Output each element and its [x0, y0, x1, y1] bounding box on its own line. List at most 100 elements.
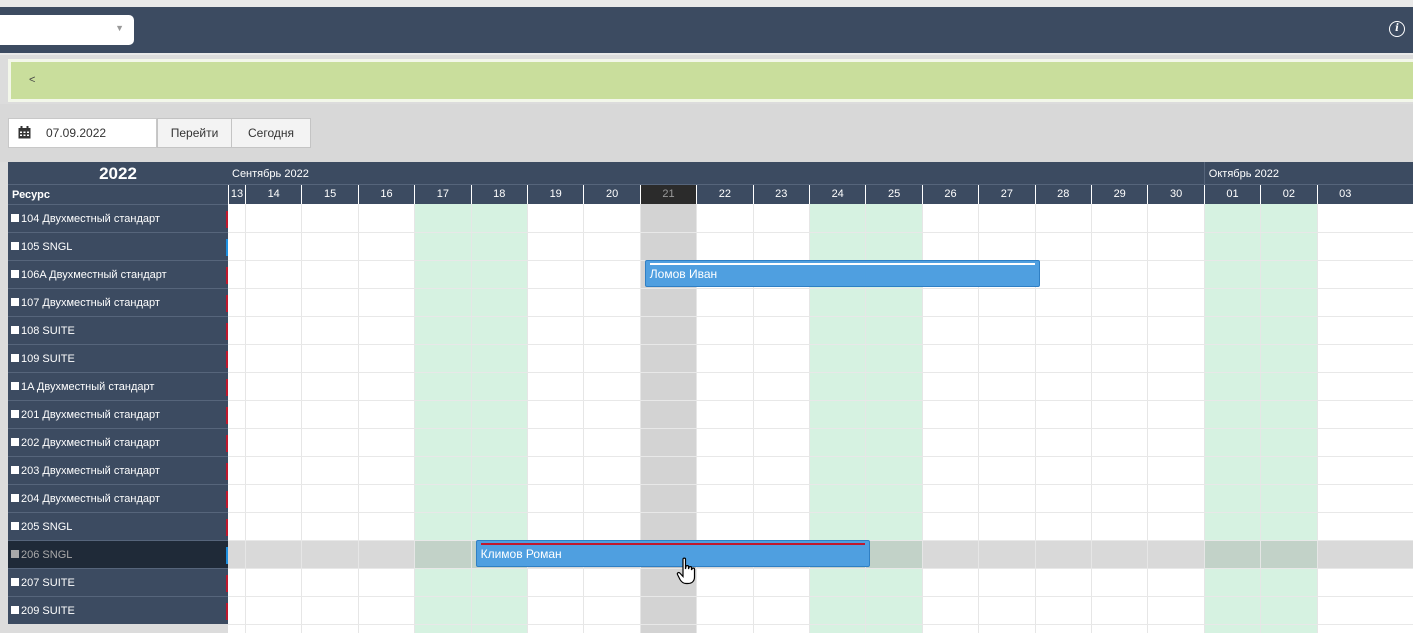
scheduler-grid: 2022 Ресурс Сентябрь 2022 Октябрь 2022 1… [8, 162, 1413, 633]
room-square-icon [11, 326, 19, 334]
resource-label: 1A Двухместный стандарт [21, 381, 155, 393]
day-header-14[interactable]: 14 [245, 185, 301, 204]
resource-row[interactable]: 108 SUITE [8, 316, 228, 344]
resource-label: 207 SUITE [21, 577, 75, 589]
row-divider [228, 344, 1413, 345]
banner-collapse-toggle[interactable]: < [29, 74, 35, 86]
month-label: Октябрь 2022 [1203, 162, 1413, 184]
day-header-27[interactable]: 27 [978, 185, 1034, 204]
resource-row[interactable]: 202 Двухместный стандарт [8, 428, 228, 456]
day-header-03[interactable]: 03 [1316, 185, 1373, 204]
status-marker [226, 323, 228, 340]
timeline-body[interactable]: Ломов Иван Климов Роман [228, 204, 1413, 633]
month-header-row: Сентябрь 2022 Октябрь 2022 [228, 162, 1413, 184]
day-header-24[interactable]: 24 [809, 185, 865, 204]
room-square-icon [11, 578, 19, 586]
day-header-26[interactable]: 26 [921, 185, 978, 204]
resource-label: 202 Двухместный стандарт [21, 437, 160, 449]
resource-row[interactable]: 201 Двухместный стандарт [8, 400, 228, 428]
room-square-icon [11, 438, 19, 446]
day-header-28[interactable]: 28 [1034, 185, 1091, 204]
day-header-19[interactable]: 19 [527, 185, 583, 204]
resource-row[interactable]: 204 Двухместный стандарт [8, 484, 228, 512]
row-divider [228, 512, 1413, 513]
room-square-icon [11, 522, 19, 530]
resource-row[interactable]: 104 Двухместный стандарт [8, 204, 228, 232]
resource-label: 108 SUITE [21, 325, 75, 337]
day-header-18[interactable]: 18 [470, 185, 527, 204]
status-marker [226, 351, 228, 368]
resource-row[interactable]: 207 SUITE [8, 568, 228, 596]
top-bar: ▼ i [0, 0, 1413, 55]
status-marker [226, 295, 228, 312]
resource-row[interactable]: 109 SUITE [8, 344, 228, 372]
day-header-row: 13 14 15 16 17 18 19 20 21 22 23 24 25 26 27 28 29 30 01 02… [228, 184, 1413, 204]
room-square-icon [11, 494, 19, 502]
day-header-13[interactable]: 13 [228, 185, 245, 204]
month-label: Сентябрь 2022 [232, 168, 309, 180]
booking-status-strip [649, 263, 1035, 265]
day-header-02[interactable]: 02 [1260, 185, 1316, 204]
day-header-20[interactable]: 20 [583, 185, 639, 204]
status-marker [226, 211, 228, 228]
resource-label: 104 Двухместный стандарт [21, 213, 160, 225]
row-divider [228, 232, 1413, 233]
resource-row[interactable]: 203 Двухместный стандарт [8, 456, 228, 484]
resource-row[interactable]: 209 SUITE [8, 596, 228, 624]
room-square-icon [11, 410, 19, 418]
resource-row[interactable]: 107 Двухместный стандарт [8, 288, 228, 316]
resource-label: 204 Двухместный стандарт [21, 493, 160, 505]
room-square-icon [11, 354, 19, 362]
resource-row[interactable]: 105 SNGL [8, 232, 228, 260]
chevron-down-icon: ▼ [115, 23, 124, 33]
date-field[interactable]: 07.09.2022 [8, 118, 157, 148]
day-header-22[interactable]: 22 [696, 185, 752, 204]
row-divider [228, 456, 1413, 457]
status-marker [226, 407, 228, 424]
resource-row[interactable]: 106A Двухместный стандарт [8, 260, 228, 288]
day-header-23[interactable]: 23 [752, 185, 809, 204]
resource-row[interactable]: 205 SNGL [8, 512, 228, 540]
hand-cursor-icon [676, 557, 696, 585]
booking-guest-name: Ломов Иван [649, 267, 718, 281]
resource-label: 109 SUITE [21, 353, 75, 365]
resource-list: 104 Двухместный стандарт 105 SNGL 106A Дву… [8, 204, 228, 633]
status-marker [226, 435, 228, 452]
day-header-25[interactable]: 25 [865, 185, 921, 204]
status-marker [226, 603, 228, 620]
row-divider [228, 484, 1413, 485]
booking-guest-name: Климов Роман [480, 547, 562, 561]
collapsible-banner: < [8, 59, 1413, 102]
booking-bar[interactable]: Климов Роман [475, 540, 871, 567]
room-square-icon [11, 270, 19, 278]
date-value: 07.09.2022 [46, 126, 107, 140]
day-header-29[interactable]: 29 [1091, 185, 1147, 204]
resource-label: 201 Двухместный стандарт [21, 409, 160, 421]
day-header-30[interactable]: 30 [1147, 185, 1203, 204]
status-marker [226, 267, 228, 284]
property-select[interactable]: ▼ [0, 15, 134, 45]
today-button[interactable]: Сегодня [231, 118, 311, 148]
row-divider [228, 400, 1413, 401]
resource-label: 209 SUITE [21, 605, 75, 617]
day-header-21[interactable]: 21 [639, 185, 697, 204]
day-header-16[interactable]: 16 [357, 185, 414, 204]
resource-row[interactable]: 1A Двухместный стандарт [8, 372, 228, 400]
day-header-17[interactable]: 17 [414, 185, 470, 204]
year-header: 2022 [8, 162, 228, 184]
calendar-icon [18, 126, 31, 139]
day-header-01[interactable]: 01 [1203, 185, 1260, 204]
status-marker [226, 379, 228, 396]
resource-label: 107 Двухместный стандарт [21, 297, 160, 309]
info-icon[interactable]: i [1389, 21, 1405, 37]
room-square-icon [11, 550, 19, 558]
row-divider [228, 288, 1413, 289]
go-button[interactable]: Перейти [157, 118, 232, 148]
resource-row[interactable]: 206 SNGL [8, 540, 228, 568]
day-header-15[interactable]: 15 [301, 185, 357, 204]
booking-bar[interactable]: Ломов Иван [644, 260, 1040, 287]
room-square-icon [11, 214, 19, 222]
status-marker [226, 463, 228, 480]
room-square-icon [11, 606, 19, 614]
room-square-icon [11, 242, 19, 250]
